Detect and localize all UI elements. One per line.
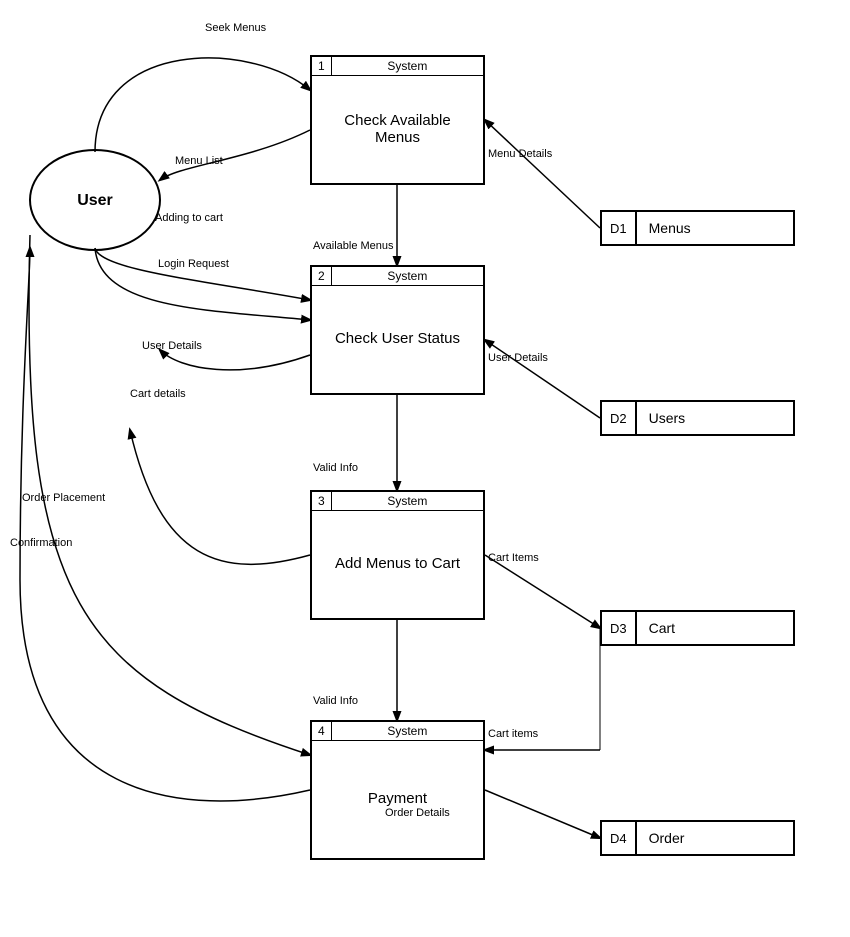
label-login-request: Login Request — [158, 258, 229, 270]
label-seek-menus: Seek Menus — [205, 22, 266, 34]
label-cart-items-2: Cart items — [488, 728, 538, 740]
label-cart-items: Cart Items — [488, 552, 539, 564]
process-4: 4 System Payment — [310, 720, 485, 860]
label-available-menus: Available Menus — [313, 240, 394, 252]
datastore-d3: D3 Cart — [600, 610, 795, 646]
datastore-d4-id: D4 — [602, 822, 637, 854]
label-adding-to-cart: Adding to cart — [155, 212, 223, 224]
label-menu-list: Menu List — [175, 155, 223, 167]
process-3: 3 System Add Menus to Cart — [310, 490, 485, 620]
datastore-d1-label: Menus — [637, 212, 703, 244]
datastore-d2-id: D2 — [602, 402, 637, 434]
label-confirmation: Confirmation — [10, 537, 72, 549]
process-3-num: 3 — [312, 492, 332, 510]
process-1: 1 System Check AvailableMenus — [310, 55, 485, 185]
process-2: 2 System Check User Status — [310, 265, 485, 395]
process-3-header: 3 System — [312, 492, 483, 511]
process-1-sys: System — [332, 57, 483, 75]
datastore-d1-id: D1 — [602, 212, 637, 244]
label-order-placement: Order Placement — [22, 492, 105, 504]
process-1-header: 1 System — [312, 57, 483, 76]
process-2-label: Check User Status — [335, 330, 460, 347]
process-4-header: 4 System — [312, 722, 483, 741]
datastore-d4-label: Order — [637, 822, 697, 854]
process-3-body: Add Menus to Cart — [312, 511, 483, 616]
dfd-diagram: User — [0, 0, 850, 937]
label-order-details: Order Details — [385, 807, 450, 819]
process-4-sys: System — [332, 722, 483, 740]
label-valid-info-2: Valid Info — [313, 695, 358, 707]
process-1-body: Check AvailableMenus — [312, 76, 483, 181]
datastore-d2-label: Users — [637, 402, 698, 434]
label-valid-info-1: Valid Info — [313, 462, 358, 474]
process-1-label: Check AvailableMenus — [344, 112, 450, 146]
process-1-num: 1 — [312, 57, 332, 75]
svg-text:User: User — [77, 192, 113, 209]
process-4-body: Payment — [312, 741, 483, 856]
process-4-label: Payment — [368, 790, 427, 807]
process-3-label: Add Menus to Cart — [335, 555, 460, 572]
label-cart-details: Cart details — [130, 388, 186, 400]
process-2-num: 2 — [312, 267, 332, 285]
process-4-num: 4 — [312, 722, 332, 740]
process-3-sys: System — [332, 492, 483, 510]
process-2-header: 2 System — [312, 267, 483, 286]
datastore-d3-id: D3 — [602, 612, 637, 644]
datastore-d2: D2 Users — [600, 400, 795, 436]
process-2-body: Check User Status — [312, 286, 483, 391]
label-user-details-left: User Details — [142, 340, 202, 352]
datastore-d4: D4 Order — [600, 820, 795, 856]
label-user-details-right: User Details — [488, 352, 548, 364]
datastore-d3-label: Cart — [637, 612, 687, 644]
label-menu-details: Menu Details — [488, 148, 552, 160]
process-2-sys: System — [332, 267, 483, 285]
datastore-d1: D1 Menus — [600, 210, 795, 246]
